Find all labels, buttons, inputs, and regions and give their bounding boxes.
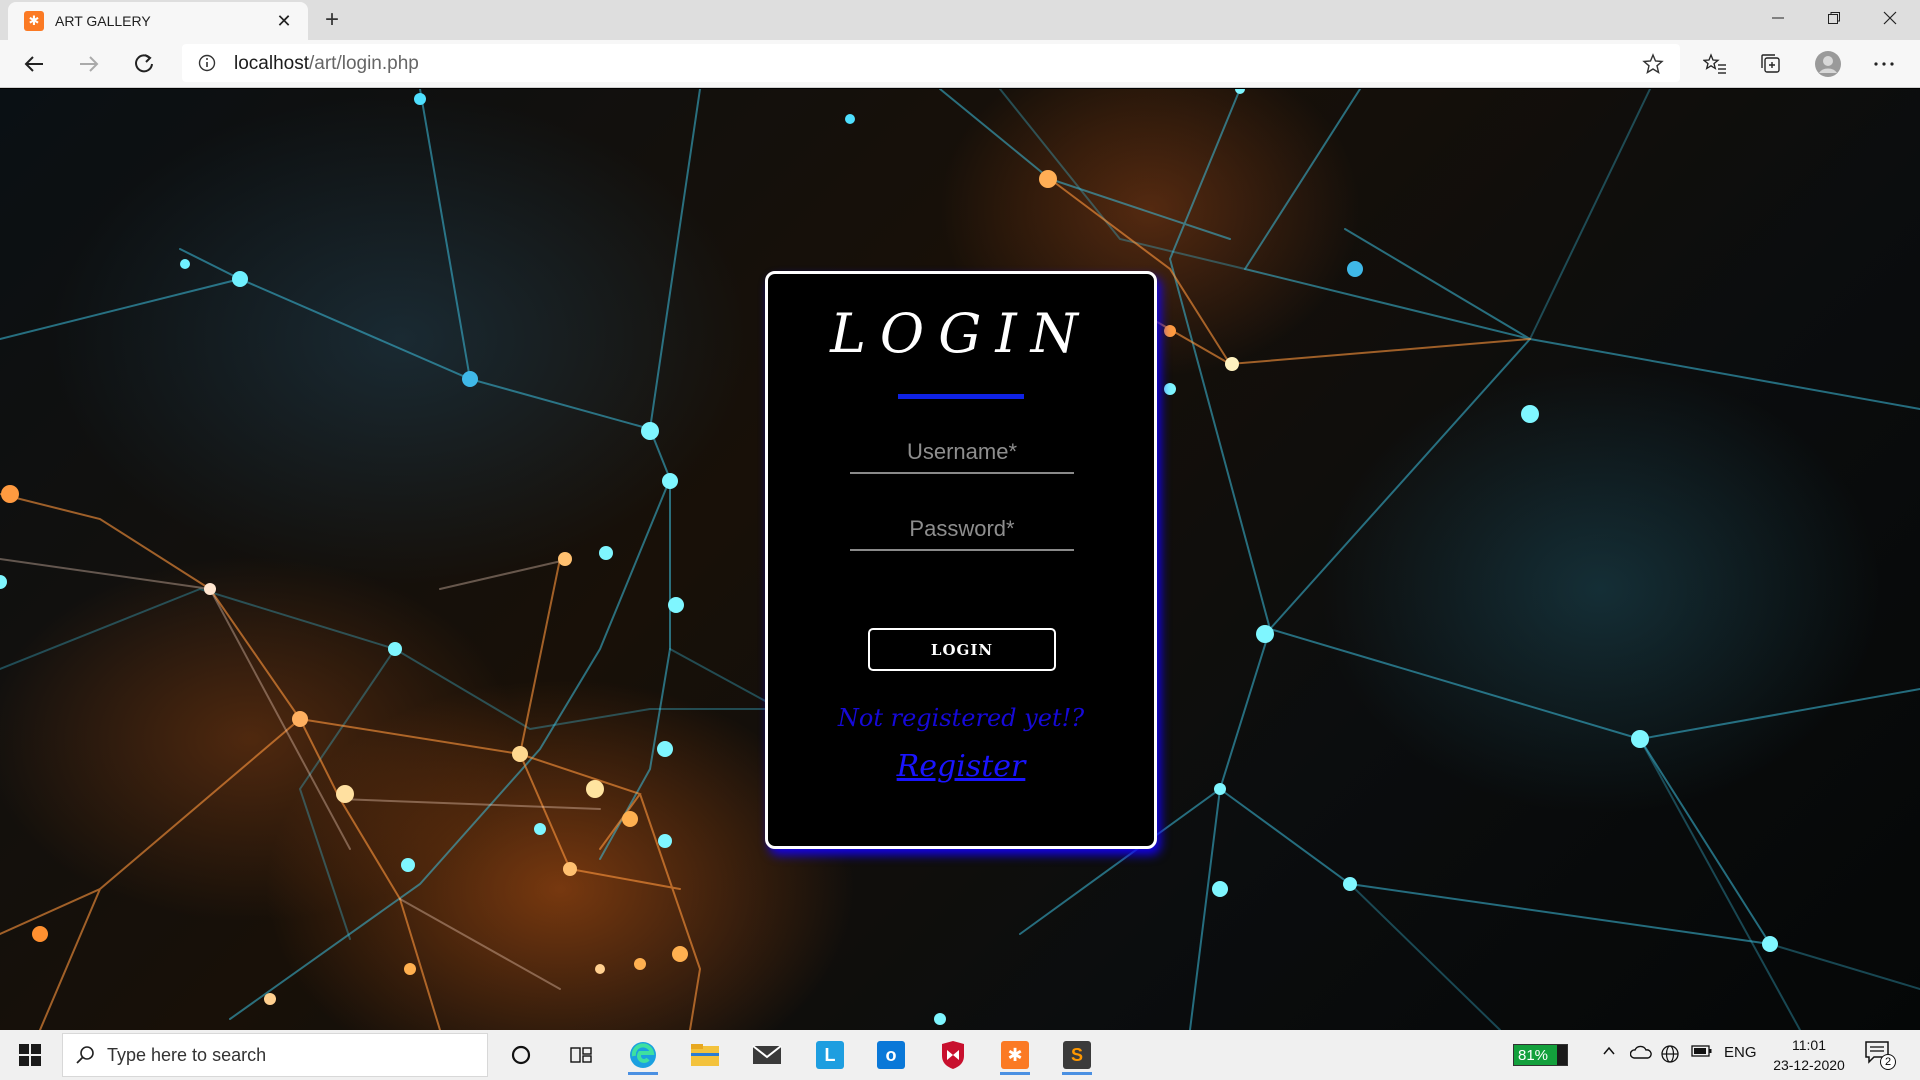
back-button[interactable]: [16, 46, 52, 82]
username-input[interactable]: [850, 432, 1074, 474]
active-indicator: [1000, 1072, 1030, 1075]
browser-tab-strip: ✱ ART GALLERY ✕ +: [0, 0, 1920, 40]
favorite-star-icon[interactable]: [1642, 53, 1664, 75]
forward-arrow-icon: [80, 56, 99, 72]
search-icon: [76, 1046, 94, 1064]
onedrive-icon: [1629, 1045, 1652, 1059]
taskbar-search-box[interactable]: Type here to search: [62, 1033, 488, 1077]
cortana-button[interactable]: [500, 1035, 542, 1075]
app-l-icon: L: [816, 1041, 844, 1069]
xampp-icon: ✱: [1001, 1041, 1029, 1069]
collections-icon: [1761, 54, 1780, 73]
clock[interactable]: 11:01 23-12-2020: [1766, 1035, 1852, 1075]
app-l-button[interactable]: L: [809, 1035, 851, 1075]
restore-icon: [1828, 12, 1840, 24]
address-bar[interactable]: localhost/art/login.php: [182, 44, 1680, 82]
new-tab-button[interactable]: +: [316, 4, 348, 36]
globe-icon: [1661, 1045, 1679, 1063]
battery-indicator[interactable]: 81%: [1513, 1044, 1568, 1066]
more-dots-icon: [1874, 62, 1894, 66]
forward-button[interactable]: [71, 46, 107, 82]
task-view-icon: [570, 1047, 592, 1063]
clock-time: 11:01: [1792, 1037, 1826, 1053]
back-arrow-icon: [24, 56, 43, 72]
page-viewport: LOGIN LOGIN Not registered yet!? Registe…: [0, 89, 1920, 1030]
app-o-button[interactable]: o: [870, 1035, 912, 1075]
onedrive-tray-button[interactable]: [1629, 1044, 1652, 1066]
collections-button[interactable]: [1753, 46, 1789, 82]
register-link-wrapper: Register: [768, 749, 1154, 784]
notification-count: 2: [1880, 1054, 1896, 1070]
avatar-icon: [1815, 51, 1841, 77]
favorites-button[interactable]: [1697, 46, 1733, 82]
task-view-button[interactable]: [560, 1035, 602, 1075]
action-center-button[interactable]: 2: [1864, 1040, 1898, 1070]
refresh-button[interactable]: [126, 46, 162, 82]
mail-button[interactable]: [746, 1035, 788, 1075]
xampp-button[interactable]: ✱: [994, 1035, 1036, 1075]
mail-icon: [752, 1045, 782, 1064]
cortana-icon: [511, 1045, 531, 1065]
file-explorer-button[interactable]: [684, 1035, 726, 1075]
title-underline-bar: [898, 394, 1024, 399]
battery-tray-button[interactable]: [1691, 1044, 1713, 1062]
clock-date: 23-12-2020: [1773, 1057, 1845, 1073]
register-link[interactable]: Register: [897, 749, 1026, 784]
edge-taskbar-button[interactable]: [622, 1035, 664, 1075]
login-card: LOGIN LOGIN Not registered yet!? Registe…: [765, 271, 1157, 849]
favorites-list-icon: [1703, 53, 1726, 74]
login-button[interactable]: LOGIN: [868, 628, 1056, 671]
minimize-icon: [1772, 17, 1784, 19]
tab-art-gallery[interactable]: ✱ ART GALLERY ✕: [8, 2, 308, 40]
edge-icon: [630, 1042, 656, 1068]
site-info-icon[interactable]: [198, 54, 216, 72]
settings-more-button[interactable]: [1866, 46, 1902, 82]
start-button[interactable]: [8, 1030, 52, 1080]
windows-logo-icon: [19, 1044, 41, 1066]
battery-icon: [1691, 1045, 1712, 1057]
browser-toolbar: localhost/art/login.php: [0, 40, 1920, 88]
network-tray-button[interactable]: [1660, 1044, 1680, 1068]
windows-taskbar: Type here to search L o ✱ S 81% ENG 11:0…: [0, 1030, 1920, 1080]
profile-button[interactable]: [1810, 46, 1846, 82]
active-indicator: [628, 1072, 658, 1075]
tab-close-icon[interactable]: ✕: [272, 9, 296, 33]
restore-button[interactable]: [1806, 0, 1862, 36]
file-explorer-icon: [691, 1044, 719, 1066]
refresh-icon: [135, 54, 153, 73]
not-registered-text: Not registered yet!?: [837, 704, 1085, 732]
xampp-favicon-icon: ✱: [24, 11, 44, 31]
language-indicator[interactable]: ENG: [1724, 1044, 1757, 1061]
close-icon: [1883, 11, 1897, 25]
minimize-button[interactable]: [1750, 0, 1806, 36]
battery-percent: 81%: [1518, 1047, 1549, 1064]
search-placeholder: Type here to search: [107, 1044, 267, 1065]
login-title: LOGIN: [830, 302, 1092, 365]
sublime-button[interactable]: S: [1056, 1035, 1098, 1075]
active-indicator: [1062, 1072, 1092, 1075]
url-text[interactable]: localhost/art/login.php: [234, 53, 419, 75]
tab-title: ART GALLERY: [55, 13, 151, 29]
app-o-icon: o: [877, 1041, 905, 1069]
sublime-icon: S: [1063, 1041, 1091, 1069]
show-hidden-icons-button[interactable]: [1602, 1044, 1616, 1062]
chevron-up-icon: [1603, 1046, 1615, 1055]
close-window-button[interactable]: [1862, 0, 1918, 36]
mcafee-icon: [942, 1041, 964, 1069]
password-input[interactable]: [850, 509, 1074, 551]
mcafee-button[interactable]: [932, 1035, 974, 1075]
